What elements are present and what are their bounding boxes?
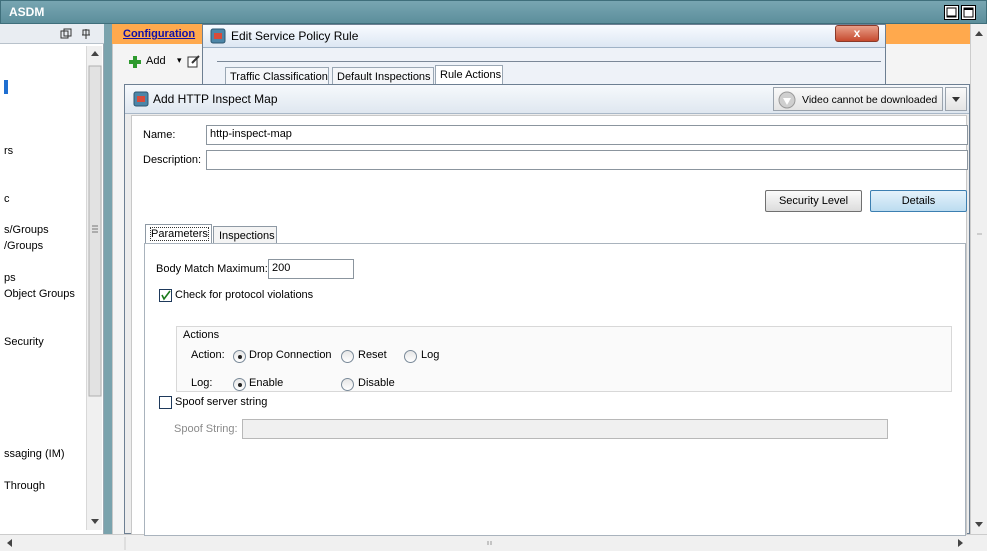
main-title-bar: ASDM: [0, 0, 987, 24]
log-label: Log:: [191, 377, 213, 389]
asdm-window-icon: [133, 91, 149, 107]
panel-divider: [104, 24, 112, 534]
spoof-server-checkbox[interactable]: [159, 396, 172, 409]
asdm-window-icon: [210, 28, 226, 44]
action-log-radio[interactable]: [404, 350, 417, 363]
left-nav-scrollbar[interactable]: [86, 46, 102, 530]
body-match-label: Body Match Maximum:: [156, 263, 268, 275]
close-button[interactable]: x: [835, 25, 879, 42]
name-field[interactable]: http-inspect-map: [206, 125, 968, 145]
tab-inspections[interactable]: Inspections: [213, 226, 277, 244]
edit-icon[interactable]: [187, 54, 201, 68]
log-enable-label: Enable: [249, 377, 284, 389]
description-label: Description:: [143, 154, 202, 166]
action-drop-connection-radio[interactable]: [233, 350, 246, 363]
main-vertical-scrollbar[interactable]: [970, 24, 987, 534]
action-label: Action:: [191, 349, 225, 361]
nav-item[interactable]: Through: [4, 480, 45, 492]
nav-selection-marker: [4, 80, 8, 94]
http-dialog-title-bar: Add HTTP Inspect Map Video cannot be dow…: [125, 85, 969, 114]
nav-item[interactable]: c: [4, 193, 10, 205]
actions-group-label: Actions: [183, 329, 220, 341]
restore-pane-icon[interactable]: [60, 28, 72, 40]
protocol-violations-label: Check for protocol violations: [175, 289, 314, 301]
action-reset-label: Reset: [358, 349, 387, 361]
body-match-field[interactable]: 200: [268, 259, 354, 279]
add-http-inspect-map-dialog: Add HTTP Inspect Map Video cannot be dow…: [124, 84, 970, 536]
log-enable-radio[interactable]: [233, 378, 246, 391]
nav-item[interactable]: /Groups: [4, 240, 43, 252]
nav-item[interactable]: ps: [4, 272, 16, 284]
actions-group: Actions Action: Drop Connection Reset Lo…: [176, 326, 952, 392]
nav-item[interactable]: ssaging (IM): [4, 448, 65, 460]
nav-item[interactable]: s/Groups: [4, 224, 49, 236]
chevron-down-icon: ▾: [177, 55, 182, 65]
tab-traffic-classification[interactable]: Traffic Classification: [225, 67, 329, 85]
pin-icon[interactable]: [80, 28, 92, 40]
tab-parameters-label: Parameters: [150, 227, 209, 241]
maximize-button[interactable]: [961, 5, 976, 20]
add-label: Add: [146, 55, 166, 67]
details-button[interactable]: Details: [870, 190, 967, 212]
left-nav-header: [0, 24, 104, 44]
name-label: Name:: [143, 129, 176, 141]
video-notice: Video cannot be downloaded: [773, 87, 943, 111]
description-field[interactable]: [206, 150, 968, 170]
restore-button[interactable]: [944, 5, 959, 20]
log-disable-label: Disable: [358, 377, 395, 389]
configuration-link[interactable]: Configuration: [123, 28, 195, 40]
tab-parameters[interactable]: Parameters: [145, 224, 212, 244]
nav-item[interactable]: Security: [4, 336, 44, 348]
http-dialog-title: Add HTTP Inspect Map: [153, 92, 278, 106]
edit-dialog-title-bar: Edit Service Policy Rule x: [203, 25, 885, 48]
add-button[interactable]: Add ▾: [129, 54, 201, 70]
action-reset-radio[interactable]: [341, 350, 354, 363]
video-dropdown-button[interactable]: [945, 87, 967, 111]
parameters-panel: Body Match Maximum: 200 Check for protoc…: [144, 243, 966, 536]
edit-dialog-title: Edit Service Policy Rule: [231, 29, 359, 43]
tab-rule-actions[interactable]: Rule Actions: [435, 65, 503, 85]
action-log-label: Log: [421, 349, 440, 361]
http-dialog-content: Name: http-inspect-map Description: Secu…: [131, 115, 968, 536]
action-drop-connection-label: Drop Connection: [249, 349, 332, 361]
video-notice-text: Video cannot be downloaded: [802, 94, 938, 106]
spoof-string-label: Spoof String:: [174, 423, 238, 435]
nav-item[interactable]: Object Groups: [4, 288, 75, 300]
add-icon: [129, 56, 141, 68]
download-arrow-icon: [778, 91, 796, 109]
security-level-button[interactable]: Security Level: [765, 190, 862, 212]
protocol-violations-checkbox[interactable]: [159, 289, 172, 302]
spoof-server-label: Spoof server string: [175, 396, 268, 408]
separator: [217, 61, 881, 62]
nav-item[interactable]: rs: [4, 145, 13, 157]
spoof-string-field[interactable]: [242, 419, 888, 439]
log-disable-radio[interactable]: [341, 378, 354, 391]
app-title: ASDM: [9, 5, 45, 19]
tab-default-inspections[interactable]: Default Inspections: [332, 67, 434, 85]
main-horizontal-scrollbar[interactable]: [0, 534, 987, 551]
